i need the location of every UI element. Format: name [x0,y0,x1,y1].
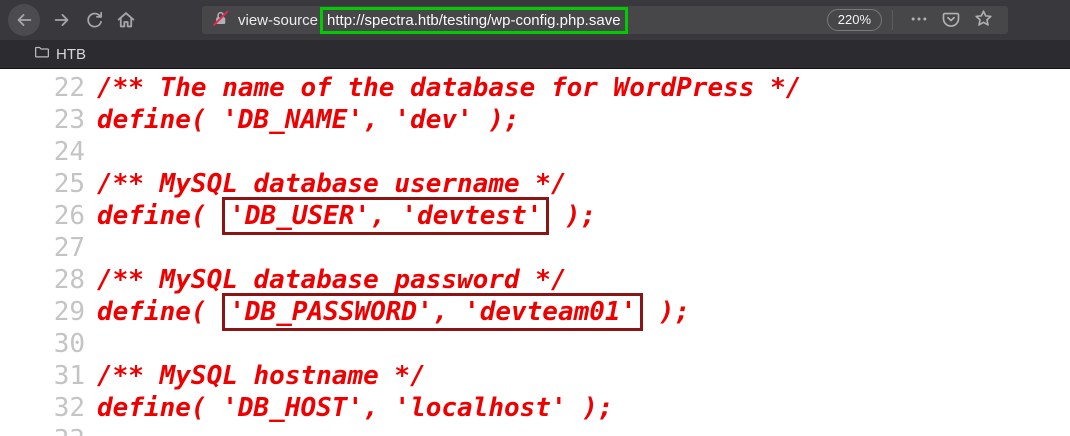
source-line: 23 define( 'DB_NAME', 'dev' ); [0,104,1070,136]
code-segment: define( [97,201,222,231]
code-text: /** The name of the database for WordPre… [85,72,801,104]
code-segment: /** MySQL database password */ [97,265,567,295]
source-line: 25 /** MySQL database username */ [0,168,1070,200]
code-text [85,232,97,264]
urlbar-separator [892,10,893,30]
line-number: 23 [0,104,85,136]
code-segment: define( 'DB_HOST', 'localhost' ); [97,393,614,423]
home-icon [115,9,137,31]
line-number: 24 [0,136,85,168]
source-line: 27 [0,232,1070,264]
view-source-content: 22 /** The name of the database for WordP… [0,69,1070,436]
line-number: 28 [0,264,85,296]
back-button[interactable] [8,4,40,36]
reload-button[interactable] [78,4,110,36]
code-text [85,328,97,360]
home-button[interactable] [110,4,142,36]
code-segment: /** MySQL database username */ [97,169,567,199]
source-line: 30 [0,328,1070,360]
code-segment: /** The name of the database for WordPre… [97,73,801,103]
back-arrow-icon [13,9,35,31]
browser-window: view-source http://spectra.htb/testing/w… [0,0,1070,436]
ellipsis-icon [909,9,929,32]
line-number: 26 [0,200,85,232]
source-line: 29define( 'DB_PASSWORD', 'devteam01' ); [0,296,1070,328]
line-number: 25 [0,168,85,200]
pocket-icon [941,9,961,32]
code-text [85,424,97,436]
line-number: 22 [0,72,85,104]
source-line: 26define( 'DB_USER', 'devtest' ); [0,200,1070,232]
code-text: /** MySQL database username */ [85,168,567,200]
code-text: define( 'DB_HOST', 'localhost' ); [85,392,614,424]
line-number: 27 [0,232,85,264]
code-segment: /** MySQL hostname */ [97,361,426,391]
bookmark-folder-label: HTB [56,46,86,63]
insecure-lock-icon[interactable] [211,9,230,32]
line-number: 30 [0,328,85,360]
source-line: 32 define( 'DB_HOST', 'localhost' ); [0,392,1070,424]
source-line: 33 [0,424,1070,436]
save-to-pocket-button[interactable] [935,9,967,32]
code-segment: define( [97,297,222,327]
source-line: 31 /** MySQL hostname */ [0,360,1070,392]
line-number: 31 [0,360,85,392]
line-number: 33 [0,424,85,436]
reload-icon [84,10,105,31]
source-line: 28 /** MySQL database password */ [0,264,1070,296]
source-line: 24 [0,136,1070,168]
url-scheme-label: view-source [238,12,318,29]
source-line: 22 /** The name of the database for WordP… [0,72,1070,104]
code-text: /** MySQL hostname */ [85,360,426,392]
bookmark-star-button[interactable] [967,8,1000,32]
url-text-annotation-box: http://spectra.htb/testing/wp-config.php… [320,7,628,34]
page-actions-button[interactable] [903,9,935,32]
folder-icon [33,43,51,65]
line-number: 29 [0,296,85,328]
code-text: /** MySQL database password */ [85,264,567,296]
star-icon [973,8,994,32]
forward-button[interactable] [46,4,78,36]
line-number: 32 [0,392,85,424]
bookmarks-bar: HTB [0,40,1070,69]
code-text [85,136,97,168]
bookmark-folder-htb[interactable]: HTB [29,41,90,67]
code-segment: ); [549,201,596,231]
code-text: define( 'DB_PASSWORD', 'devteam01' ); [85,296,690,328]
credential-annotation-box: 'DB_USER', 'devtest' [222,197,549,235]
source-lines-container: 22 /** The name of the database for WordP… [0,72,1070,436]
browser-toolbar: view-source http://spectra.htb/testing/w… [0,0,1070,40]
zoom-level-button[interactable]: 220% [827,9,882,31]
code-text: define( 'DB_NAME', 'dev' ); [85,104,520,136]
forward-arrow-icon [51,9,73,31]
code-segment: ); [643,297,690,327]
url-bar[interactable]: view-source http://spectra.htb/testing/w… [202,6,1008,34]
credential-annotation-box: 'DB_PASSWORD', 'devteam01' [222,293,643,331]
code-text: define( 'DB_USER', 'devtest' ); [85,200,596,232]
code-segment: define( 'DB_NAME', 'dev' ); [97,105,520,135]
